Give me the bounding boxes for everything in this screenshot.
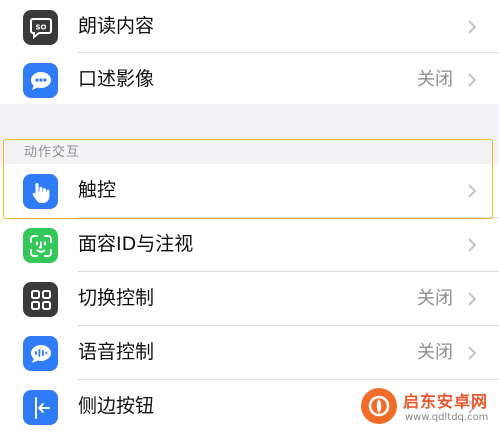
watermark: 启东安卓网 www.qdltdq.com	[361, 386, 497, 430]
row-label: 切换控制	[78, 287, 155, 309]
row-label: 语音控制	[78, 341, 155, 363]
chevron-right-icon	[468, 20, 477, 34]
row-label: 朗读内容	[78, 15, 155, 37]
row-value: 关闭	[417, 342, 453, 363]
row-speak-content[interactable]: SO 朗读内容	[0, 0, 499, 53]
row-voice-control[interactable]: 语音控制 关闭	[0, 326, 499, 379]
chevron-right-icon	[468, 73, 477, 87]
settings-group-top: SO 朗读内容 口述影像 关闭	[0, 0, 499, 104]
chevron-right-icon	[468, 184, 477, 198]
watermark-logo-icon	[361, 388, 397, 424]
switch-control-icon	[23, 282, 58, 317]
hand-touch-icon	[23, 174, 58, 209]
row-label: 侧边按钮	[78, 395, 155, 417]
row-switch-control[interactable]: 切换控制 关闭	[0, 272, 499, 325]
chevron-right-icon	[468, 346, 477, 360]
row-label: 面容ID与注视	[78, 233, 194, 255]
chevron-right-icon	[468, 238, 477, 252]
speech-bubble-icon: SO	[23, 10, 58, 45]
watermark-title: 启东安卓网	[403, 392, 489, 411]
row-touch[interactable]: 触控	[0, 164, 499, 217]
row-audio-description[interactable]: 口述影像 关闭	[0, 53, 499, 106]
face-id-icon	[23, 228, 58, 263]
chevron-right-icon	[468, 292, 477, 306]
audio-description-icon	[23, 63, 58, 98]
row-value: 关闭	[417, 69, 453, 90]
section-header: 动作交互	[24, 145, 81, 160]
watermark-url: www.qdltdq.com	[405, 412, 489, 423]
row-label: 触控	[78, 179, 117, 201]
row-label: 口述影像	[78, 68, 155, 90]
row-value: 关闭	[417, 288, 453, 309]
svg-text:SO: SO	[35, 23, 46, 31]
row-face-id[interactable]: 面容ID与注视	[0, 218, 499, 271]
voice-control-icon	[23, 336, 58, 371]
side-button-icon	[23, 390, 58, 425]
